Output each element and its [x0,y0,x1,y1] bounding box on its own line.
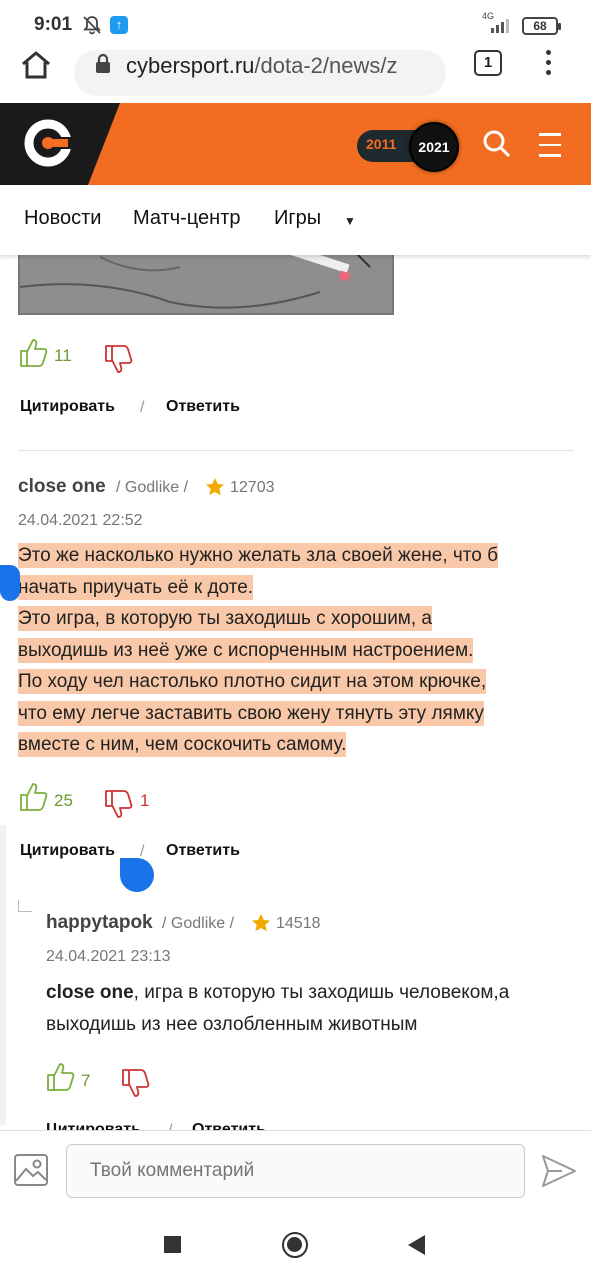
comment-author[interactable]: close one [18,476,106,498]
nav-item-match-center[interactable]: Матч-центр [133,207,241,230]
action-separator: / [168,1122,172,1130]
reply-button[interactable]: Ответить [166,842,240,860]
cybersport-logo[interactable] [24,117,74,174]
comment-composer [0,1130,591,1210]
more-options-icon[interactable] [546,50,552,80]
action-separator: / [140,399,145,416]
upvote-count: 25 [54,791,73,810]
nav-item-games[interactable]: Игры [274,207,321,230]
status-bar: 9:01 ↑ 4G 68 [0,0,591,50]
comment-image[interactable] [18,255,394,315]
comments-section: 11 Цитировать / Ответить close one / God… [0,255,591,1130]
selection-start-handle[interactable] [0,565,20,601]
recents-button[interactable] [164,1236,181,1253]
downvote-count: 1 [140,791,150,810]
star-icon [251,913,271,938]
comment-body: Это же насколько нужно желать зла своей … [18,543,499,757]
year-2021-option[interactable]: 2021 [409,122,459,172]
main-nav: Новости Матч-центр Игры ▼ [0,185,591,255]
android-navigation-bar [0,1210,591,1280]
comment-input[interactable] [66,1144,525,1198]
upvote-count: 11 [54,346,72,365]
back-button[interactable] [408,1235,425,1255]
author-rank: / Godlike / [116,479,189,496]
thread-gutter [0,825,6,1125]
upload-notification-icon: ↑ [110,16,128,34]
signal-icon [490,16,514,39]
battery-indicator: 68 [522,17,561,35]
site-header: 2011 2021 [0,103,591,185]
reply-button[interactable]: Ответить [192,1121,266,1130]
url-text[interactable]: cybersport.ru/dota-2/news/z [126,53,438,79]
thumbs-down-icon[interactable] [120,1067,154,1104]
bell-muted-icon [82,15,102,40]
mention-link[interactable]: close one [46,982,134,1003]
author-rating: 14518 [276,915,321,932]
browser-toolbar: cybersport.ru/dota-2/news/z 1 [0,50,591,104]
comment-author[interactable]: happytapok [46,912,153,934]
reply-button[interactable]: Ответить [166,398,240,416]
year-2011-option[interactable]: 2011 [366,136,396,152]
thumbs-down-icon[interactable] [103,343,137,380]
lock-icon [94,53,112,80]
reply-connector [18,900,32,912]
thumbs-down-icon[interactable] [103,788,137,825]
quote-button[interactable]: Цитировать [20,842,115,860]
comment-date: 24.04.2021 23:13 [46,948,171,965]
author-rank: / Godlike / [162,915,235,932]
comment-body: close one, игра в которую ты заходишь че… [46,982,510,1035]
comment-divider [18,450,574,451]
home-icon[interactable] [20,50,52,85]
send-icon[interactable] [540,1153,578,1194]
games-dropdown-caret-icon[interactable]: ▼ [344,214,356,228]
nav-item-news[interactable]: Новости [24,207,101,230]
tabs-switcher-button[interactable]: 1 [474,50,502,76]
author-rating: 12703 [230,479,275,496]
star-icon [205,477,225,502]
home-button[interactable] [282,1232,308,1258]
attach-image-icon[interactable] [13,1153,49,1192]
thumbs-up-icon[interactable] [18,781,50,818]
search-icon[interactable] [482,129,512,164]
comment-date: 24.04.2021 22:52 [18,512,143,529]
thumbs-up-icon[interactable] [45,1061,77,1098]
hamburger-menu-icon[interactable] [539,133,561,165]
status-time: 9:01 [34,14,73,35]
thumbs-up-icon[interactable] [18,337,50,374]
upvote-count: 7 [81,1071,91,1090]
quote-button[interactable]: Цитировать [46,1121,141,1130]
selection-end-handle[interactable] [120,858,154,892]
quote-button[interactable]: Цитировать [20,398,115,416]
